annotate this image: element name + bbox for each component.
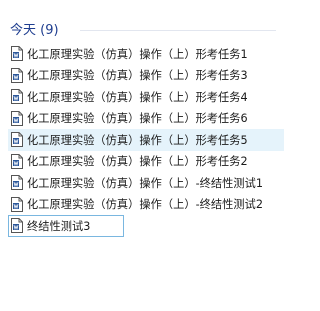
list-item[interactable]: 化工原理实验（仿真）操作（上）形考任务1 (8, 43, 284, 65)
document-icon (11, 89, 23, 105)
file-name: 化工原理实验（仿真）操作（上）形考任务1 (27, 47, 248, 61)
file-name: 终结性测试3 (27, 219, 91, 233)
list-item[interactable]: 化工原理实验（仿真）操作（上）形考任务5 (8, 129, 284, 151)
file-list: 化工原理实验（仿真）操作（上）形考任务1 化工原理实验（仿真）操作（上）形考任务… (8, 43, 284, 237)
group-header[interactable]: 今天 (9) (10, 19, 59, 38)
list-item[interactable]: 终结性测试3 (8, 215, 124, 237)
list-item[interactable]: 化工原理实验（仿真）操作（上）-终结性测试2 (8, 194, 284, 216)
document-icon (11, 132, 23, 148)
list-item[interactable]: 化工原理实验（仿真）操作（上）形考任务4 (8, 86, 284, 108)
group-title: 今天 (9) (10, 23, 59, 38)
file-name: 化工原理实验（仿真）操作（上）形考任务6 (27, 112, 248, 126)
list-item[interactable]: 化工原理实验（仿真）操作（上）形考任务6 (8, 108, 284, 130)
document-icon (11, 110, 23, 126)
document-icon (11, 67, 23, 83)
file-name: 化工原理实验（仿真）操作（上）-终结性测试2 (27, 198, 264, 212)
document-icon (11, 218, 23, 234)
list-item[interactable]: 化工原理实验（仿真）操作（上）形考任务3 (8, 65, 284, 87)
file-name: 化工原理实验（仿真）操作（上）形考任务2 (27, 155, 248, 169)
document-icon (11, 153, 23, 169)
document-icon (11, 175, 23, 191)
group-divider (80, 30, 276, 31)
file-name: 化工原理实验（仿真）操作（上）形考任务3 (27, 69, 248, 83)
list-item[interactable]: 化工原理实验（仿真）操作（上）-终结性测试1 (8, 172, 284, 194)
file-name: 化工原理实验（仿真）操作（上）-终结性测试1 (27, 176, 264, 190)
file-name: 化工原理实验（仿真）操作（上）形考任务5 (27, 133, 248, 147)
file-name: 化工原理实验（仿真）操作（上）形考任务4 (27, 90, 248, 104)
document-icon (11, 46, 23, 62)
document-icon (11, 196, 23, 212)
list-item[interactable]: 化工原理实验（仿真）操作（上）形考任务2 (8, 151, 284, 173)
